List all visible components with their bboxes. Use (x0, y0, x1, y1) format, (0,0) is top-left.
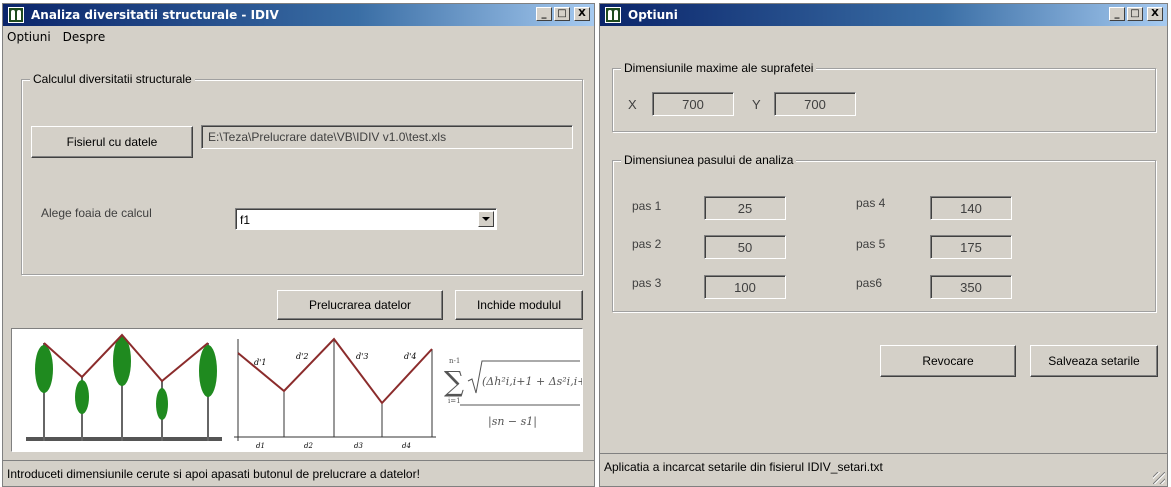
segment-label-1: d'1 (254, 358, 266, 367)
calc-group-title: Calculul diversitatii structurale (30, 72, 195, 86)
segment-label-4: d'4 (404, 352, 416, 361)
x-label: X (628, 97, 637, 112)
cancel-button[interactable]: Revocare (880, 345, 1016, 377)
step-group: Dimensiunea pasului de analiza (612, 153, 1156, 312)
step-3-field[interactable]: 100 (704, 275, 786, 299)
step-1-field[interactable]: 25 (704, 196, 786, 220)
close-button[interactable]: X (1147, 7, 1163, 21)
options-window-title: Optiuni (628, 8, 678, 22)
maximize-button[interactable]: □ (554, 7, 570, 21)
app-forest-icon (605, 7, 621, 23)
surface-group-title: Dimensiunile maxime ale suprafetei (621, 61, 817, 75)
options-titlebar[interactable]: Optiuni _ □ X (600, 4, 1167, 26)
step-3-label: pas 3 (632, 276, 662, 290)
calc-group: Calculul diversitatii structurale (21, 72, 583, 275)
step-6-field[interactable]: 350 (930, 275, 1012, 299)
data-file-button[interactable]: Fisierul cu datele (31, 126, 193, 158)
axis-label-4: d4 (402, 442, 411, 450)
close-button[interactable]: X (574, 7, 590, 21)
main-status-bar: Introduceti dimensiunile cerute si apoi … (3, 460, 594, 486)
step-4-label: pas 4 (856, 196, 886, 210)
options-window: Optiuni _ □ X Dimensiunile maxime ale su… (599, 3, 1168, 487)
formula-lower-limit: i=1 (448, 397, 461, 405)
step-4-field[interactable]: 140 (930, 196, 1012, 220)
menu-optiuni[interactable]: Optiuni (7, 30, 51, 44)
save-settings-button[interactable]: Salveaza setarile (1030, 345, 1158, 377)
profile-graph: d'1 d'2 d'3 d'4 d1 d2 d3 d4 (234, 337, 436, 450)
formula-sqrt-term: (Δh²i,i+1 + Δs²i,i+1) (482, 375, 582, 388)
menu-despre[interactable]: Despre (63, 30, 106, 44)
close-module-button[interactable]: Inchide modulul (455, 290, 583, 320)
step-5-field[interactable]: 175 (930, 235, 1012, 259)
max-x-field[interactable]: 700 (652, 92, 734, 116)
options-status-bar: Aplicatia a incarcat setarile din fisier… (600, 453, 1167, 486)
file-path-field[interactable]: E:\Teza\Prelucrare date\VB\IDIV v1.0\tes… (201, 125, 573, 149)
main-window-title: Analiza diversitatii structurale - IDIV (31, 8, 279, 22)
diversity-formula: n-1 ∑ i=1 (Δh²i,i+1 + Δs²i,i+1) |sn − s1… (444, 357, 582, 429)
step-2-field[interactable]: 50 (704, 235, 786, 259)
sheet-label: Alege foaia de calcul (41, 206, 152, 220)
formula-upper-limit: n-1 (449, 357, 460, 365)
step-2-label: pas 2 (632, 237, 662, 251)
trees-sketch (26, 333, 222, 441)
sheet-select[interactable]: f1 (235, 208, 497, 230)
sheet-select-value: f1 (240, 213, 251, 227)
menu-bar: Optiuni Despre (7, 30, 105, 44)
sum-symbol-icon: ∑ (444, 365, 464, 398)
step-5-label: pas 5 (856, 237, 886, 251)
axis-label-3: d3 (354, 442, 363, 450)
axis-label-1: d1 (256, 442, 265, 450)
segment-label-2: d'2 (296, 352, 308, 361)
step-6-label: pas6 (856, 276, 883, 290)
chevron-down-icon[interactable] (478, 211, 494, 227)
max-y-field[interactable]: 700 (774, 92, 856, 116)
minimize-button[interactable]: _ (1109, 7, 1125, 21)
options-status-text: Aplicatia a incarcat setarile din fisier… (604, 460, 883, 474)
main-window: Analiza diversitatii structurale - IDIV … (2, 3, 595, 487)
y-label: Y (752, 97, 761, 112)
resize-grip-icon[interactable] (1153, 472, 1165, 484)
process-data-button[interactable]: Prelucrarea datelor (277, 290, 443, 320)
structural-diversity-diagram: d'1 d'2 d'3 d'4 d1 d2 d3 d4 n-1 ∑ i=1 (Δ… (26, 333, 582, 450)
segment-label-3: d'3 (356, 352, 368, 361)
diagram-panel: d'1 d'2 d'3 d'4 d1 d2 d3 d4 n-1 ∑ i=1 (Δ… (11, 328, 583, 452)
minimize-button[interactable]: _ (536, 7, 552, 21)
step-1-label: pas 1 (632, 199, 662, 213)
maximize-button[interactable]: □ (1127, 7, 1143, 21)
formula-denominator: |sn − s1| (488, 415, 537, 429)
step-group-title: Dimensiunea pasului de analiza (621, 153, 797, 167)
app-forest-icon (8, 7, 24, 23)
main-titlebar[interactable]: Analiza diversitatii structurale - IDIV … (3, 4, 594, 26)
axis-label-2: d2 (304, 442, 313, 450)
main-status-text: Introduceti dimensiunile cerute si apoi … (7, 467, 420, 481)
